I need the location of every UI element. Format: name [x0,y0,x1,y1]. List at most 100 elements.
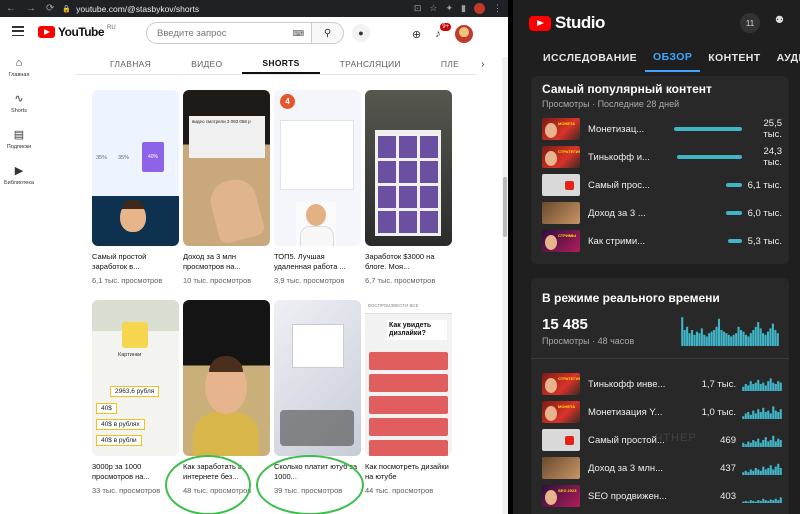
popular-row[interactable]: СТРАТЕГИЯ Тинькофф и... 24,3 тыс. [542,146,782,168]
tab-live[interactable]: ТРАНСЛЯЦИИ [320,54,421,74]
back-icon[interactable]: ← [6,3,16,14]
menu-icon[interactable] [12,26,24,36]
search-input[interactable] [157,27,277,39]
video-thumbnail[interactable] [542,174,580,196]
tabs-scroll-right-icon[interactable]: › [479,54,485,74]
sidebar-item-subscriptions[interactable]: ▤ Подписки [0,128,38,150]
video-thumbnail[interactable] [542,429,580,451]
tab-audience[interactable]: АУДИТОР [769,44,800,72]
video-title[interactable]: Тинькофф инве... [588,379,668,390]
account-icon[interactable]: ⚉ [775,15,784,26]
short-thumbnail[interactable]: 35% 35% 40% [92,90,179,246]
short-thumbnail[interactable]: 4 [274,90,361,246]
screen-icon[interactable]: ⊡ [414,3,422,14]
short-thumbnail[interactable] [183,300,270,456]
video-thumbnail[interactable]: СТРАТЕГИЯ [542,146,580,168]
video-title[interactable]: Доход за 3 млн... [588,463,668,474]
spark-bar [754,326,757,346]
channel-card-image [292,324,344,368]
popular-row[interactable]: СТРИМЫ Как стрими... 5,3 тыс. [542,230,782,252]
video-thumbnail[interactable]: СТРИМЫ [542,230,580,252]
video-thumbnail[interactable]: SEO 2023 [542,485,580,507]
short-card[interactable]: видео смотрели 3 093 058 р Доход за 3 мл… [183,90,270,300]
bookmark-star-icon[interactable]: ☆ [429,3,437,14]
short-thumbnail[interactable]: видео смотрели 3 093 058 р [183,90,270,246]
search-box[interactable]: ⌨ [146,22,312,44]
video-title[interactable]: SEO продвижен... [588,491,668,502]
realtime-row[interactable]: СТРАТЕГИЯ Тинькофф инве... 1,7 тыс. [542,373,782,395]
notifications-bell-icon[interactable]: ♪ 9+ [435,23,452,40]
search-button[interactable]: ⚲ [312,22,344,44]
voice-search-button[interactable]: ● [352,24,370,42]
video-title[interactable]: Монетизац... [588,124,654,135]
sidebar-item-shorts[interactable]: ∿ Shorts [0,92,38,114]
video-title[interactable]: Тинькофф и... [588,152,654,163]
video-title[interactable]: Как стрими... [588,236,654,247]
account-avatar[interactable] [454,25,473,43]
video-thumbnail[interactable] [542,202,580,224]
short-card[interactable]: Заработок $3000 на блоге. Моя... 6,7 тыс… [365,90,452,300]
studio-logo[interactable]: Studio [529,13,605,33]
short-title[interactable]: Доход за 3 млн просмотров на... [183,252,270,272]
spark-bar [771,323,774,346]
thumbnail-tag: СТРАТЕГИЯ [558,376,580,381]
short-thumbnail[interactable] [274,300,361,456]
video-thumbnail[interactable]: МОНЕТА [542,401,580,423]
spark-bar [752,384,755,391]
popular-row[interactable]: Самый прос... 6,1 тыс. [542,174,782,196]
realtime-row[interactable]: SEO 2023 SEO продвижен... 403 [542,485,782,507]
spark-bar [744,334,747,346]
tab-content[interactable]: КОНТЕНТ [700,44,768,72]
address-bar[interactable]: 🔒 youtube.com/@stasbykov/shorts [62,4,405,14]
short-title[interactable]: Как посмотреть дизайки на ютубе [365,462,452,482]
realtime-row[interactable]: МОНЕТА Монетизация Y... 1,0 тыс. [542,401,782,423]
notifications-count[interactable]: 11 [740,13,760,33]
keyboard-icon[interactable]: ⌨ [292,29,304,38]
page-scrollbar[interactable] [502,57,508,514]
sidepanel-icon[interactable]: ▮ [461,3,466,14]
tab-shorts[interactable]: SHORTS [242,54,320,74]
sidebar-item-library[interactable]: ▶ Библиотека [0,164,38,186]
spark-bar [708,333,711,346]
tab-overview[interactable]: ОБЗОР [645,44,701,72]
tab-videos[interactable]: ВИДЕО [171,54,242,74]
video-thumbnail[interactable] [542,457,580,479]
tab-research[interactable]: ИССЛЕДОВАНИЕ [513,44,645,72]
realtime-row[interactable]: Доход за 3 млн... 437 [542,457,782,479]
spark-bar [747,336,750,346]
forward-icon[interactable]: → [26,3,36,14]
popular-row[interactable]: Доход за 3 ... 6,0 тыс. [542,202,782,224]
extension-icon[interactable]: ✦ [446,3,454,14]
rank-badge: 4 [280,94,295,109]
video-thumbnail[interactable]: МОНЕТА [542,118,580,140]
video-title[interactable]: Монетизация Y... [588,407,668,418]
short-title[interactable]: Заработок $3000 на блоге. Моя... [365,252,452,272]
tab-home[interactable]: ГЛАВНАЯ [90,54,171,74]
sidebar-item-label: Shorts [11,108,27,114]
home-icon: ⌂ [15,57,23,69]
url-text[interactable]: youtube.com/@stasbykov/shorts [76,4,199,14]
short-card[interactable]: 35% 35% 40% Самый простой заработок в...… [92,90,179,300]
short-thumbnail[interactable]: ВОСПРОИЗВЕСТИ ВСЕ Как увидеть дизлайки? [365,300,452,456]
video-thumbnail[interactable]: СТРАТЕГИЯ [542,373,580,395]
video-title[interactable]: Самый прос... [588,180,654,191]
create-video-icon[interactable]: ⊕ [412,28,421,41]
popular-row[interactable]: МОНЕТА Монетизац... 25,5 тыс. [542,118,782,140]
spark-bar [730,336,733,346]
reload-icon[interactable]: ⟳ [46,3,54,14]
short-title[interactable]: Самый простой заработок в... [92,252,179,272]
sidebar-item-home[interactable]: ⌂ Главная [0,57,38,78]
short-card[interactable]: ВОСПРОИЗВЕСТИ ВСЕ Как увидеть дизлайки? … [365,300,452,510]
scrollbar-thumb[interactable] [503,177,507,237]
realtime-spark-chart [681,317,779,346]
tab-playlists[interactable]: ПЛЕ [421,54,479,74]
short-thumbnail[interactable] [365,90,452,246]
short-thumbnail[interactable]: 2963,6 рубля 40$ 40$ в рублях 40$ в рубл… [92,300,179,456]
short-card[interactable]: 4 ТОП5. Лучшая удаленная работа ... 3,9 … [274,90,361,300]
mini-spark-chart [742,406,782,419]
video-title[interactable]: Доход за 3 ... [588,208,654,219]
youtube-logo[interactable]: YouTube RU [38,25,116,39]
short-title[interactable]: ТОП5. Лучшая удаленная работа ... [274,252,361,272]
browser-menu-icon[interactable]: ⋮ [493,3,502,14]
browser-profile-avatar[interactable] [474,3,485,14]
